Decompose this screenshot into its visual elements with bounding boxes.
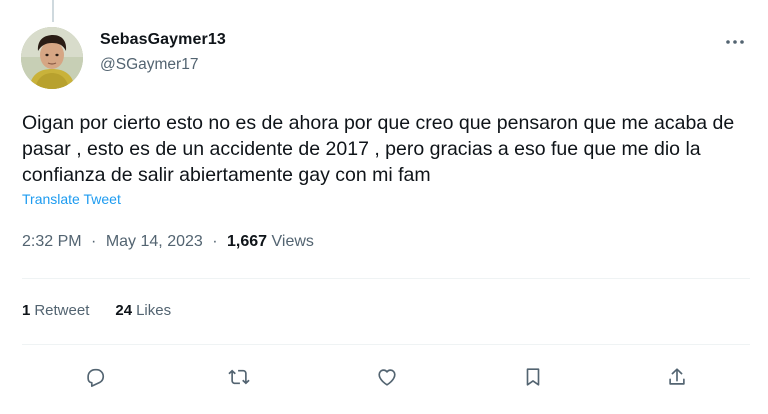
more-options-button[interactable] [718,30,752,54]
reply-icon [87,368,105,387]
translate-tweet-link[interactable]: Translate Tweet [22,191,121,207]
retweets-count: 1 [22,302,31,319]
tweet-meta: 2:32 PM · May 14, 2023 · 1,667 Views [22,233,314,251]
likes-stat[interactable]: 24 Likes [115,302,171,319]
tweet-date[interactable]: May 14, 2023 [106,233,203,250]
tweet-card: SebasGaymer13 @SGaymer17 Oigan por ciert… [0,0,768,414]
author-display-name[interactable]: SebasGaymer13 [100,31,226,49]
views-label: Views [271,233,314,250]
likes-label: Likes [136,302,172,319]
bookmark-button[interactable] [516,360,550,394]
avatar[interactable] [21,27,83,89]
author-handle[interactable]: @SGaymer17 [100,56,198,74]
divider [22,278,750,279]
retweet-button[interactable] [222,360,256,394]
share-icon [669,368,685,385]
retweet-icon [228,369,250,385]
likes-count: 24 [115,302,133,319]
divider [22,344,750,345]
tweet-time[interactable]: 2:32 PM [22,233,82,250]
meta-separator: · [212,233,218,250]
like-button[interactable] [370,360,404,394]
tweet-text: Oigan por cierto esto no es de ahora por… [22,112,735,186]
views-count: 1,667 [227,233,268,250]
share-button[interactable] [660,360,694,394]
retweets-stat[interactable]: 1 Retweet [22,302,89,319]
user-avatar-icon [21,27,83,89]
like-icon [378,369,396,386]
thread-line [52,0,54,22]
meta-separator: · [91,233,97,250]
bookmark-icon [526,368,540,386]
more-icon [726,40,744,44]
reply-button[interactable] [78,360,112,394]
retweets-label: Retweet [34,302,90,319]
tweet-actions [0,360,768,394]
tweet-stats: 1 Retweet 24 Likes [22,302,171,319]
